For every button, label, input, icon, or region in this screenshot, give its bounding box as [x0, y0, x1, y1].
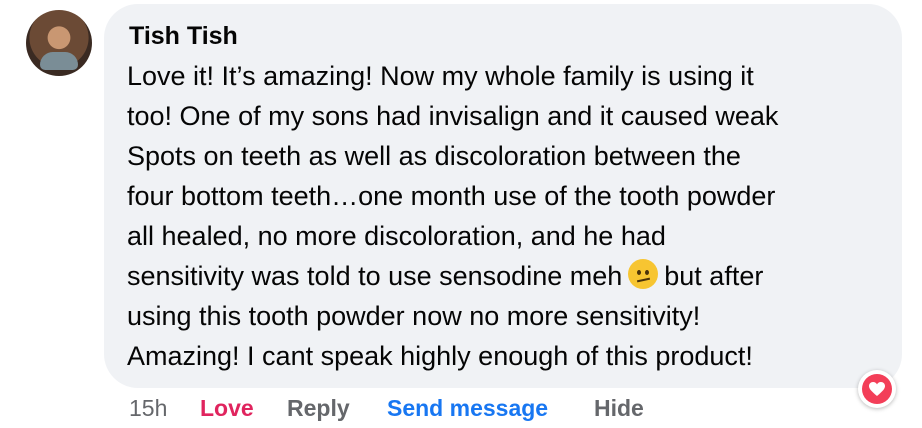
reaction-badge[interactable] — [858, 370, 896, 408]
avatar-shoulders — [40, 52, 78, 70]
love-button[interactable]: Love — [200, 395, 254, 422]
timestamp[interactable]: 15h — [129, 395, 167, 422]
comment-text-part-1: Love it! It’s amazing! Now my whole fami… — [127, 61, 779, 291]
comment-text: Love it! It’s amazing! Now my whole fami… — [127, 56, 897, 376]
heart-icon — [862, 374, 892, 404]
avatar[interactable] — [26, 10, 92, 76]
confused-face-emoji-icon — [628, 259, 659, 289]
hide-button[interactable]: Hide — [594, 395, 644, 422]
reply-button[interactable]: Reply — [287, 395, 350, 422]
comment-author[interactable]: Tish Tish — [129, 22, 238, 51]
send-message-button[interactable]: Send message — [387, 395, 548, 422]
